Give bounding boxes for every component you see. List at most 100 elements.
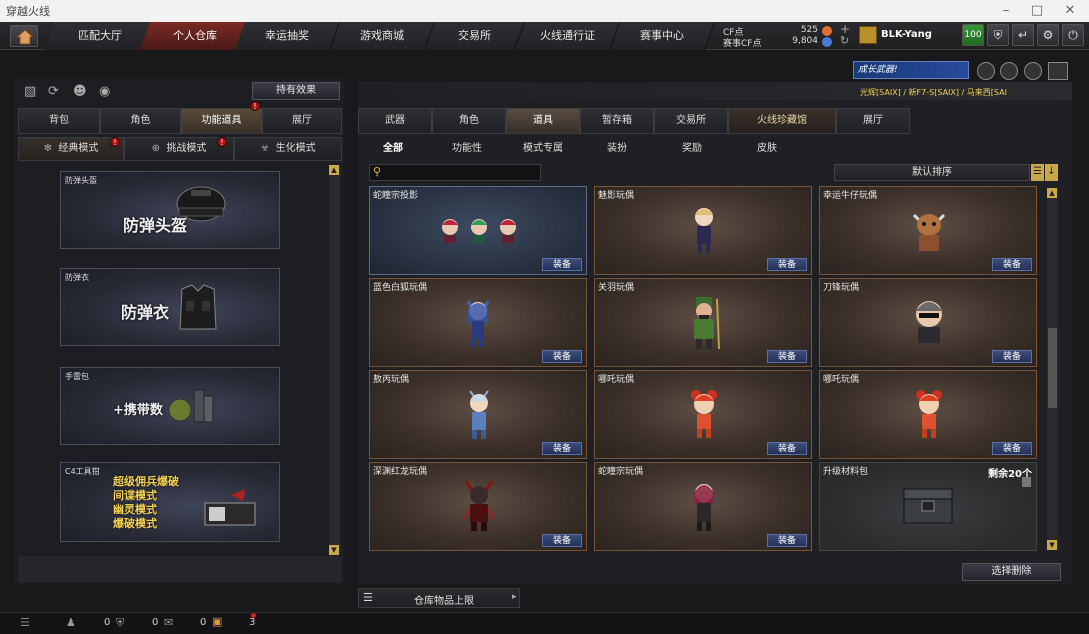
item-card[interactable]: 刀锋玩偶 装备: [819, 278, 1037, 367]
exit-icon[interactable]: ↵: [1012, 24, 1034, 46]
tab-trade[interactable]: 交易所: [654, 108, 728, 134]
equip-button[interactable]: 装备: [542, 442, 582, 455]
power-icon[interactable]: ⏻: [1062, 24, 1084, 46]
tab-match-lobby[interactable]: 匹配大厅: [44, 22, 156, 50]
item-card[interactable]: 蛇瞳宗投影 装备: [369, 186, 587, 275]
item-card-vest[interactable]: 防弹衣 防弹衣: [60, 268, 280, 346]
shield-icon[interactable]: ⛨: [987, 24, 1009, 46]
tab-showroom[interactable]: 展厅: [262, 108, 342, 134]
equip-button[interactable]: 装备: [767, 442, 807, 455]
item-card-grenade-pack[interactable]: 手雷包 +携带数: [60, 367, 280, 445]
clan-count: 0: [152, 617, 159, 628]
scroll-up-icon[interactable]: ▲: [1047, 188, 1057, 198]
menu-icon[interactable]: ☰: [20, 616, 30, 629]
item-card[interactable]: 魅影玩偶 装备: [594, 186, 812, 275]
badge-w-icon[interactable]: [1048, 62, 1068, 80]
select-delete-button[interactable]: 选择删除: [962, 563, 1061, 581]
equip-button[interactable]: 装备: [542, 350, 582, 363]
item-card[interactable]: 深渊红龙玩偶 装备: [369, 462, 587, 551]
tab-exchange[interactable]: 交易所: [424, 22, 526, 50]
equip-button[interactable]: 装备: [767, 534, 807, 547]
refresh-icon[interactable]: ↻: [840, 34, 849, 47]
tab-temp-storage[interactable]: 暂存箱: [580, 108, 654, 134]
maximize-icon[interactable]: □: [1020, 0, 1054, 22]
chat-count: 0: [200, 617, 207, 628]
equip-button[interactable]: 装备: [992, 350, 1032, 363]
subtab-outfit[interactable]: 装扮: [607, 139, 627, 155]
tab-gallery[interactable]: 展厅: [836, 108, 910, 134]
equip-button[interactable]: 装备: [992, 258, 1032, 271]
subtab-rewards[interactable]: 奖励: [682, 139, 702, 155]
rotate-icon[interactable]: ⟳: [48, 84, 64, 100]
subtab-all[interactable]: 全部: [383, 139, 403, 155]
badge-sword-icon[interactable]: [1024, 62, 1042, 80]
gift-icon[interactable]: ▣: [212, 615, 222, 628]
scroll-up-icon[interactable]: ▲: [329, 165, 339, 175]
friends-count: 0: [104, 617, 111, 628]
home-button[interactable]: [10, 25, 38, 47]
item-card[interactable]: 升级材料包 剩余20个: [819, 462, 1037, 551]
tab-functional-items[interactable]: 功能道具: [181, 108, 262, 134]
tab-characters[interactable]: 角色: [432, 108, 506, 134]
tab-lucky-draw[interactable]: 幸运抽奖: [234, 22, 341, 50]
scroll-thumb[interactable]: [1048, 328, 1057, 408]
item-card[interactable]: 蛇瞳宗玩偶 装备: [594, 462, 812, 551]
grid-scrollbar[interactable]: ▲ ▼: [1047, 188, 1058, 550]
item-card[interactable]: 蓝色白狐玩偶 装备: [369, 278, 587, 367]
search-input[interactable]: ⚲: [369, 164, 541, 181]
storage-capacity-bar[interactable]: ☰ 仓库物品上限 ▸: [358, 588, 520, 608]
item-card[interactable]: 敖丙玩偶 装备: [369, 370, 587, 459]
gear-icon[interactable]: ⚙: [1037, 24, 1059, 46]
bag-icon[interactable]: ◉: [99, 84, 115, 100]
subtab-skins[interactable]: 皮肤: [757, 139, 777, 155]
equip-button[interactable]: 装备: [767, 350, 807, 363]
match-cf-value: 9,804: [792, 36, 818, 46]
minimize-icon[interactable]: –: [989, 0, 1023, 22]
subtab-mode-exclusive[interactable]: 模式专属: [523, 139, 563, 155]
equip-button[interactable]: 装备: [992, 442, 1032, 455]
mode-zombie[interactable]: ☣ 生化模式: [234, 137, 342, 161]
figure-snake-pupil-icon: [694, 484, 714, 531]
badge-target-icon[interactable]: [1000, 62, 1018, 80]
tab-event-center[interactable]: 赛事中心: [609, 22, 716, 50]
item-card[interactable]: 哪吒玩偶 装备: [594, 370, 812, 459]
item-card[interactable]: 幸运牛仔玩偶 装备: [819, 186, 1037, 275]
holding-effect-button[interactable]: 持有效果: [252, 82, 340, 100]
close-icon[interactable]: ✕: [1053, 0, 1087, 22]
scroll-down-icon[interactable]: ▼: [1047, 540, 1057, 550]
item-card-helmet[interactable]: 防弹头盔 防弹头盔: [60, 171, 280, 249]
chat-icon[interactable]: ✉: [164, 616, 173, 629]
item-card[interactable]: 哪吒玩偶 装备: [819, 370, 1037, 459]
tab-weapons[interactable]: 武器: [358, 108, 432, 134]
tab-personal-storage[interactable]: 个人仓库: [139, 22, 251, 50]
equip-button[interactable]: 装备: [542, 534, 582, 547]
equip-button[interactable]: 装备: [542, 258, 582, 271]
tab-game-mall[interactable]: 游戏商城: [329, 22, 436, 50]
cf-value: 525: [800, 25, 818, 35]
sort-order-icon[interactable]: ↓: [1045, 164, 1058, 181]
clan-icon[interactable]: ⛨: [116, 616, 124, 630]
growth-weapon-banner[interactable]: 成长武器!: [853, 61, 969, 79]
list-view-icon[interactable]: ☰: [1031, 164, 1044, 181]
left-scrollbar[interactable]: ▲ ▼: [329, 165, 340, 555]
trash-icon[interactable]: [1022, 477, 1031, 487]
subtab-functional[interactable]: 功能性: [452, 139, 482, 155]
tab-character[interactable]: 角色: [100, 108, 181, 134]
people-icon[interactable]: ☻: [73, 84, 89, 100]
badge-v-icon[interactable]: [977, 62, 995, 80]
notice-badge: !: [250, 101, 260, 111]
scroll-down-icon[interactable]: ▼: [329, 545, 339, 555]
ranking-icon[interactable]: ▧: [24, 84, 40, 100]
c4-mode-list: 超级佣兵爆破 间谍模式 幽灵模式 爆破模式: [113, 475, 179, 530]
tab-collection-hall[interactable]: 火线珍藏馆: [728, 108, 836, 134]
mode-classic[interactable]: ✼ 经典模式: [18, 137, 124, 161]
item-card[interactable]: 关羽玩偶 装备: [594, 278, 812, 367]
item-card-c4-pliers[interactable]: C4工具钳 超级佣兵爆破 间谍模式 幽灵模式 爆破模式: [60, 462, 280, 542]
equip-button[interactable]: 装备: [767, 258, 807, 271]
weapon-ticker: 光辉[SAIX] / 新F7-S[SAIX] / 马来西[SAI: [860, 88, 1007, 97]
tab-items[interactable]: 道具: [506, 108, 580, 134]
friends-icon[interactable]: ♟: [66, 616, 76, 629]
sort-dropdown[interactable]: 默认排序: [834, 164, 1030, 181]
tab-battle-pass[interactable]: 火线通行证: [514, 22, 621, 50]
tab-backpack[interactable]: 背包: [18, 108, 100, 134]
